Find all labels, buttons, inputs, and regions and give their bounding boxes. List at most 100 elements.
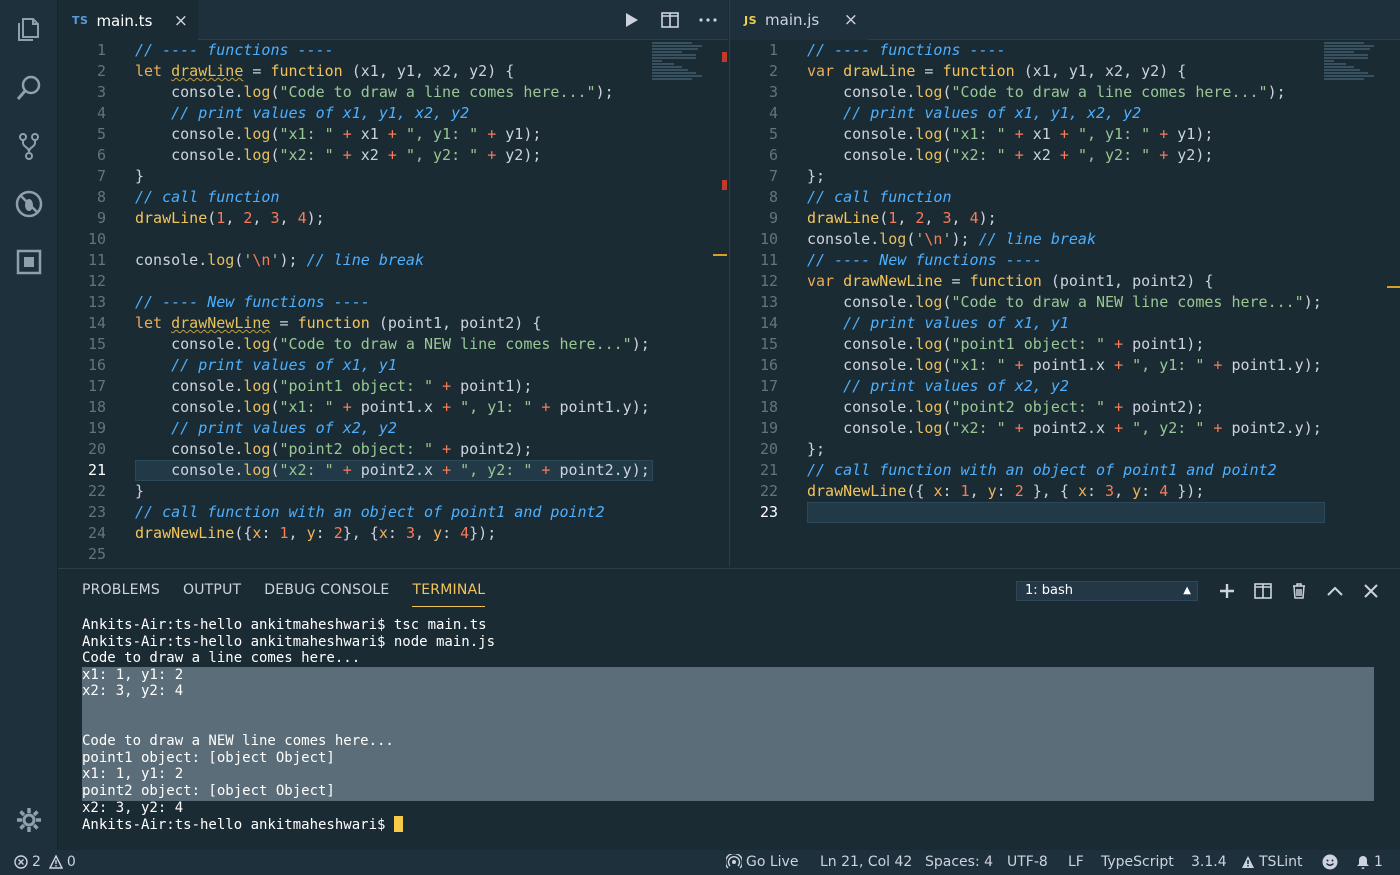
- line-number: 7: [768, 167, 778, 185]
- code-text: drawNewLine({x: 1, y: 2}, {x: 3, y: 4});: [135, 524, 497, 542]
- code-line[interactable]: 15 console.log("Code to draw a NEW line …: [58, 334, 728, 355]
- code-line[interactable]: 5 console.log("x1: " + x1 + ", y1: " + y…: [58, 124, 728, 145]
- code-line[interactable]: 24 drawNewLine({x: 1, y: 2}, {x: 3, y: 4}…: [58, 523, 728, 544]
- extensions-icon[interactable]: [14, 247, 44, 277]
- code-line[interactable]: 16 console.log("x1: " + point1.x + ", y1…: [730, 355, 1400, 376]
- code-line[interactable]: 23: [730, 502, 1400, 523]
- code-text: // ---- functions ----: [135, 41, 334, 59]
- files-icon[interactable]: [14, 14, 44, 44]
- code-line[interactable]: 9 drawLine(1, 2, 3, 4);: [58, 208, 728, 229]
- code-line[interactable]: 18 console.log("x1: " + point1.x + ", y1…: [58, 397, 728, 418]
- go-live-button[interactable]: Go Live: [726, 854, 798, 870]
- code-line[interactable]: 11 // ---- New functions ----: [730, 250, 1400, 271]
- notifications[interactable]: 1: [1356, 854, 1383, 870]
- line-number: 2: [96, 62, 106, 80]
- terminal-prompt[interactable]: Ankits-Air:ts-hello ankitmaheshwari$: [82, 816, 1374, 833]
- terminal-select[interactable]: 1: bash ▲: [1016, 581, 1198, 601]
- code-line[interactable]: 22}: [58, 481, 728, 502]
- code-line[interactable]: 8 // call function: [58, 187, 728, 208]
- code-line[interactable]: 4 // print values of x1, y1, x2, y2: [730, 103, 1400, 124]
- code-line[interactable]: 8 // call function: [730, 187, 1400, 208]
- tab-terminal[interactable]: TERMINAL: [412, 582, 486, 607]
- code-line[interactable]: 6 console.log("x2: " + x2 + ", y2: " + y…: [730, 145, 1400, 166]
- right-minimap[interactable]: [1324, 42, 1384, 102]
- tab-debug-console[interactable]: DEBUG CONSOLE: [264, 582, 389, 607]
- tab-main-js[interactable]: JS main.js ×: [730, 0, 868, 40]
- left-code-editor[interactable]: 1 // ---- functions ---- 2 let drawLine = f…: [58, 40, 728, 567]
- problems-status[interactable]: 2 0: [14, 854, 76, 870]
- split-editor-icon[interactable]: [661, 11, 679, 29]
- code-line[interactable]: 7};: [730, 166, 1400, 187]
- add-terminal-icon[interactable]: [1218, 579, 1236, 603]
- typescript-version[interactable]: 3.1.4: [1191, 854, 1227, 870]
- code-line[interactable]: 3 console.log("Code to draw a line comes…: [730, 82, 1400, 103]
- code-line[interactable]: 4 // print values of x1, y1, x2, y2: [58, 103, 728, 124]
- code-line[interactable]: 10 console.log('\n'); // line break: [730, 229, 1400, 250]
- run-icon[interactable]: [623, 11, 641, 29]
- code-line[interactable]: 1 // ---- functions ----: [730, 40, 1400, 61]
- encoding[interactable]: UTF-8: [1007, 854, 1048, 870]
- tslint-status[interactable]: TSLint: [1241, 854, 1303, 870]
- tab-output[interactable]: OUTPUT: [183, 582, 241, 607]
- right-code-editor[interactable]: 1 // ---- functions ---- 2 var drawLine = f…: [730, 40, 1400, 567]
- close-panel-icon[interactable]: [1362, 579, 1380, 603]
- code-line[interactable]: 17 // print values of x2, y2: [730, 376, 1400, 397]
- code-line[interactable]: 10: [58, 229, 728, 250]
- end-of-line[interactable]: LF: [1068, 854, 1084, 870]
- feedback-smiley-icon[interactable]: [1322, 854, 1338, 870]
- code-line[interactable]: 21 console.log("x2: " + point2.x + ", y2…: [58, 460, 728, 481]
- code-line[interactable]: 14 let drawNewLine = function (point1, po…: [58, 313, 728, 334]
- terminal-output[interactable]: Ankits-Air:ts-hello ankitmaheshwari$ tsc…: [82, 617, 1374, 833]
- code-line[interactable]: 14 // print values of x1, y1: [730, 313, 1400, 334]
- code-line[interactable]: 13 // ---- New functions ----: [58, 292, 728, 313]
- code-line[interactable]: 7}: [58, 166, 728, 187]
- source-control-icon[interactable]: [14, 131, 44, 161]
- language-mode[interactable]: TypeScript: [1101, 854, 1174, 870]
- tab-main-ts[interactable]: TS main.ts ×: [58, 0, 198, 40]
- code-line[interactable]: 13 console.log("Code to draw a NEW line …: [730, 292, 1400, 313]
- code-line[interactable]: 12: [58, 271, 728, 292]
- code-line[interactable]: 15 console.log("point1 object: " + point…: [730, 334, 1400, 355]
- trash-icon[interactable]: [1290, 579, 1308, 603]
- debug-icon[interactable]: [14, 189, 44, 219]
- line-number: 23: [759, 503, 778, 521]
- line-number: 21: [87, 461, 106, 479]
- split-terminal-icon[interactable]: [1254, 579, 1272, 603]
- line-number: 7: [96, 167, 106, 185]
- cursor-position[interactable]: Ln 21, Col 42: [820, 854, 912, 870]
- code-line[interactable]: 6 console.log("x2: " + x2 + ", y2: " + y…: [58, 145, 728, 166]
- code-line[interactable]: 19 // print values of x2, y2: [58, 418, 728, 439]
- code-line[interactable]: 23 // call function with an object of poi…: [58, 502, 728, 523]
- code-line[interactable]: 1 // ---- functions ----: [58, 40, 728, 61]
- code-line[interactable]: 17 console.log("point1 object: " + point…: [58, 376, 728, 397]
- code-line[interactable]: 2 let drawLine = function (x1, y1, x2, y2…: [58, 61, 728, 82]
- more-icon[interactable]: [699, 11, 717, 29]
- warning-marker: [713, 254, 727, 256]
- code-line[interactable]: 12 var drawNewLine = function (point1, po…: [730, 271, 1400, 292]
- code-text: let drawNewLine = function (point1, poin…: [135, 314, 542, 332]
- code-line[interactable]: 9 drawLine(1, 2, 3, 4);: [730, 208, 1400, 229]
- code-text: console.log("x2: " + point2.x + ", y2: "…: [843, 419, 1322, 437]
- left-minimap[interactable]: [652, 42, 712, 102]
- code-line[interactable]: 19 console.log("x2: " + point2.x + ", y2…: [730, 418, 1400, 439]
- tab-problems[interactable]: PROBLEMS: [82, 582, 160, 607]
- code-line[interactable]: 20 console.log("point2 object: " + point…: [58, 439, 728, 460]
- close-icon[interactable]: ×: [174, 11, 188, 31]
- close-icon[interactable]: ×: [844, 10, 858, 30]
- code-line[interactable]: 21 // call function with an object of poi…: [730, 460, 1400, 481]
- terminal-line: x2: 3, y2: 4: [82, 799, 184, 816]
- code-line[interactable]: 20};: [730, 439, 1400, 460]
- code-line[interactable]: 22 drawNewLine({ x: 1, y: 2 }, { x: 3, y:…: [730, 481, 1400, 502]
- code-line[interactable]: 5 console.log("x1: " + x1 + ", y1: " + y…: [730, 124, 1400, 145]
- code-line[interactable]: 2 var drawLine = function (x1, y1, x2, y2…: [730, 61, 1400, 82]
- maximize-panel-icon[interactable]: [1326, 579, 1344, 603]
- settings-gear-icon[interactable]: [14, 805, 44, 835]
- search-icon[interactable]: [14, 73, 44, 103]
- code-line[interactable]: 3 console.log("Code to draw a line comes…: [58, 82, 728, 103]
- code-line[interactable]: 16 // print values of x1, y1: [58, 355, 728, 376]
- code-line[interactable]: 18 console.log("point2 object: " + point…: [730, 397, 1400, 418]
- code-line[interactable]: 25: [58, 544, 728, 565]
- indentation[interactable]: Spaces: 4: [925, 854, 993, 870]
- code-text: // print values of x1, y1, x2, y2: [843, 104, 1142, 122]
- code-line[interactable]: 11 console.log('\n'); // line break: [58, 250, 728, 271]
